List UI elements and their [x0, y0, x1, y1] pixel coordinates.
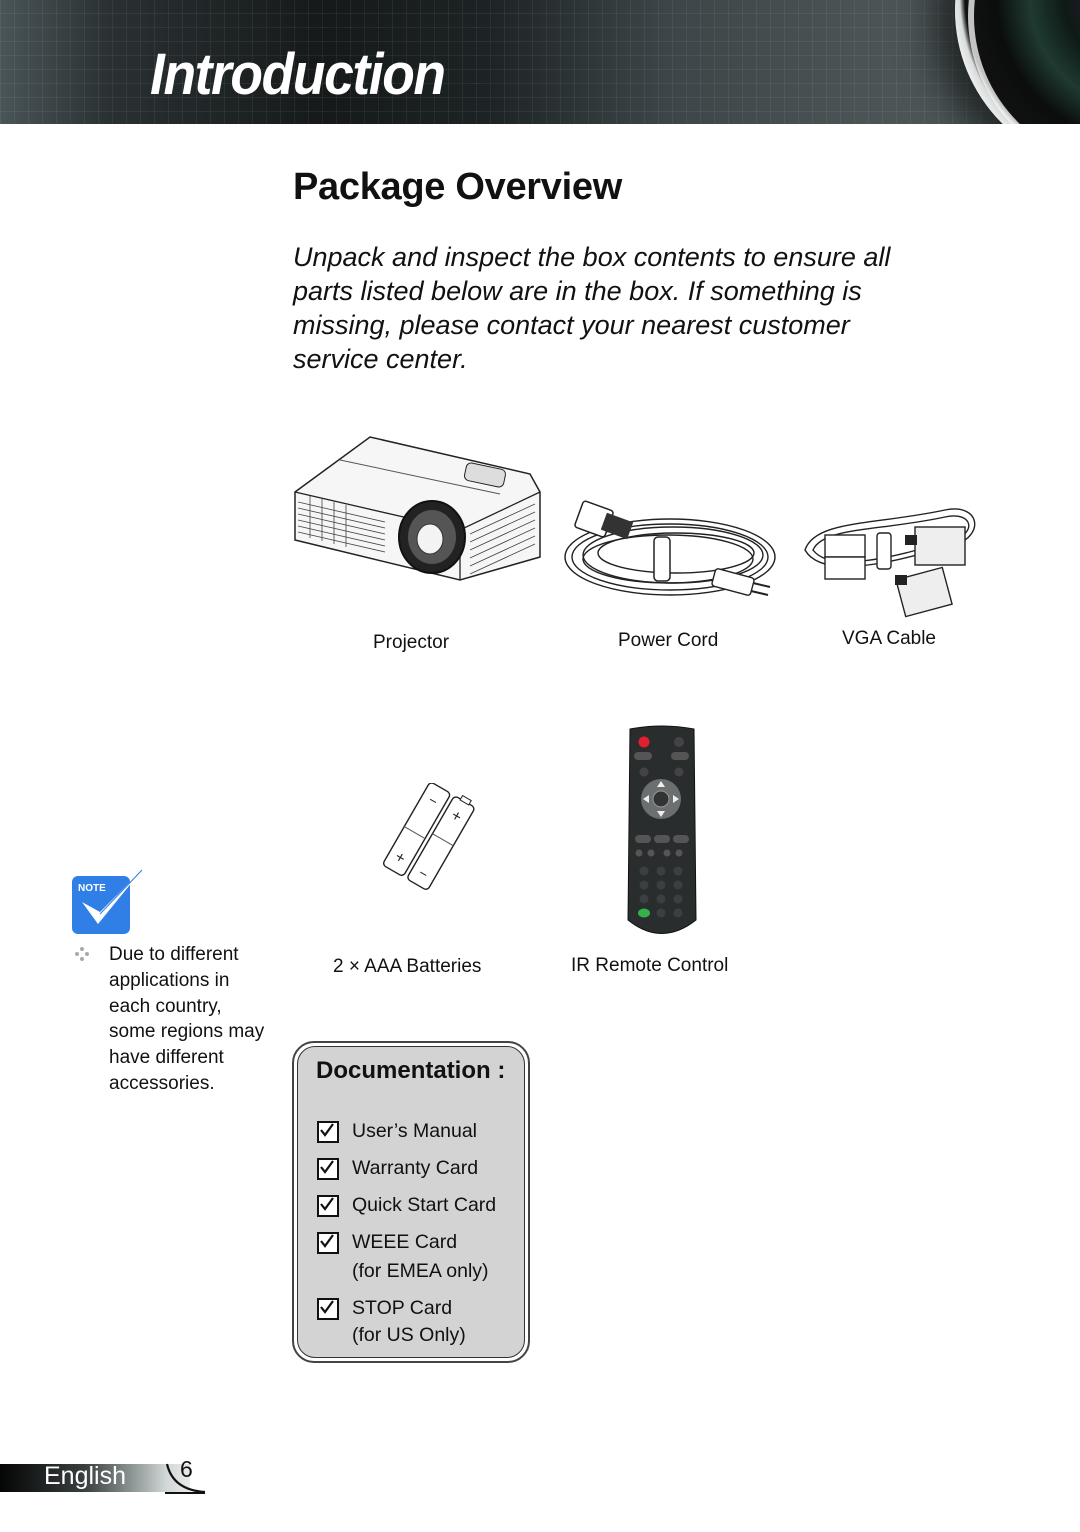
- batteries-image: − + + −: [383, 783, 475, 890]
- remote-control-image: [627, 725, 697, 934]
- intro-paragraph: Unpack and inspect the box contents to e…: [293, 242, 891, 374]
- doc-item-label: User’s Manual: [352, 1120, 477, 1142]
- doc-item-sublabel: (for US Only): [352, 1324, 466, 1346]
- section-header-banner: Introduction: [0, 0, 1080, 124]
- doc-item-label: Warranty Card: [352, 1157, 479, 1179]
- doc-item-stop-card: STOP Card (for US Only): [317, 1294, 496, 1347]
- checkbox-checked-icon: [317, 1232, 339, 1254]
- projector-image: [294, 436, 541, 581]
- checkbox-checked-icon: [317, 1158, 339, 1180]
- checkbox-checked-icon: [317, 1195, 339, 1217]
- page-title: Package Overview: [293, 166, 622, 208]
- page-number: 6: [180, 1456, 193, 1482]
- note-icon: NOTE: [72, 868, 144, 936]
- svg-text:NOTE: NOTE: [78, 883, 106, 894]
- section-title: Introduction: [150, 42, 446, 107]
- doc-item-sublabel: (for EMEA only): [352, 1260, 489, 1282]
- documentation-panel: Documentation : User’s Manual Warranty C…: [297, 1046, 525, 1358]
- item-vga-cable: VGA Cable: [795, 495, 985, 649]
- documentation-list: User’s Manual Warranty Card Quick Start …: [317, 1117, 496, 1355]
- doc-item-quick-start-card: Quick Start Card: [317, 1191, 496, 1220]
- item-projector: Projector: [290, 432, 542, 653]
- item-batteries: − + + − 2 × AAA Batteries: [333, 783, 481, 977]
- footer-language: English: [44, 1462, 126, 1490]
- documentation-box: Documentation : User’s Manual Warranty C…: [292, 1041, 530, 1363]
- checkbox-checked-icon: [317, 1298, 339, 1320]
- vga-cable-image: [804, 508, 976, 618]
- doc-item-warranty-card: Warranty Card: [317, 1154, 496, 1183]
- item-label-projector: Projector: [373, 632, 450, 653]
- item-label-batteries: 2 × AAA Batteries: [333, 956, 482, 977]
- doc-item-label: STOP Card: [352, 1297, 453, 1319]
- item-label-power-cord: Power Cord: [618, 630, 719, 651]
- doc-item-weee-card: WEEE Card (for EMEA only): [317, 1228, 496, 1286]
- doc-item-label: WEEE Card: [352, 1231, 458, 1253]
- note-bullet-icon: [74, 946, 90, 962]
- checkbox-checked-icon: [317, 1121, 339, 1143]
- power-cord-image: [564, 500, 776, 596]
- doc-item-users-manual: User’s Manual: [317, 1117, 496, 1146]
- item-label-remote: IR Remote Control: [571, 955, 729, 976]
- note-text: Due to different applications in each co…: [109, 944, 265, 1094]
- item-label-vga-cable: VGA Cable: [842, 628, 936, 649]
- lens-ring-decoration: [968, 0, 1080, 124]
- page-footer: English 6: [0, 1456, 206, 1494]
- item-remote: IR Remote Control: [571, 725, 728, 976]
- item-power-cord: Power Cord: [558, 495, 783, 651]
- doc-item-label: Quick Start Card: [352, 1194, 497, 1216]
- documentation-title: Documentation :: [316, 1057, 506, 1084]
